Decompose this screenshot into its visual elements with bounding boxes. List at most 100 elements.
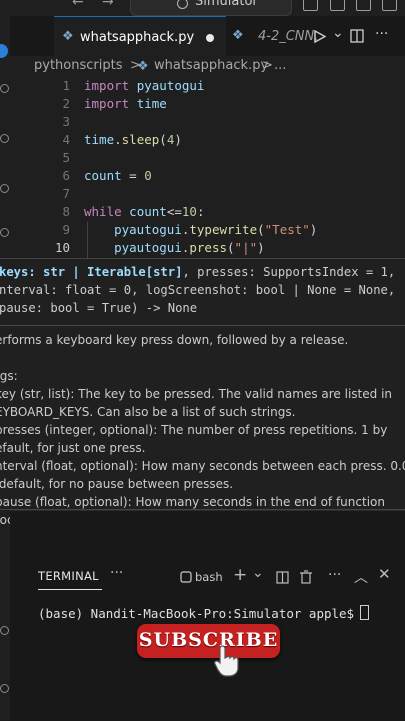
run-play-icon[interactable] <box>314 30 326 43</box>
line-number: 10 <box>54 240 70 255</box>
panel-more-actions-icon[interactable]: ··· <box>328 567 341 583</box>
breadcrumb-file[interactable]: whatsapphack.py <box>154 58 268 73</box>
terminal-cursor <box>360 605 370 620</box>
explorer-badge-icon[interactable] <box>0 44 8 58</box>
breadcrumb: pythonscripts > ❖ whatsapphack.py > ... <box>10 56 405 78</box>
breadcrumb-folder[interactable]: pythonscripts <box>34 58 122 73</box>
maximize-panel-chevron-icon[interactable]: ︿ <box>354 567 368 587</box>
breadcrumb-more[interactable]: ... <box>274 58 286 73</box>
command-center-search[interactable]: Simulator <box>130 0 292 16</box>
line-number: 4 <box>62 132 70 147</box>
accounts-icon[interactable] <box>0 626 9 635</box>
toggle-secondary-sidebar-icon[interactable] <box>356 0 371 11</box>
split-terminal-icon[interactable] <box>276 571 289 584</box>
code-token: ( <box>159 132 167 147</box>
code-token: time <box>84 132 115 147</box>
code-line[interactable]: import time <box>84 96 167 111</box>
code-line[interactable]: while count<=10: <box>84 204 204 219</box>
signature-line: keys: str | Iterable[str], presses: Supp… <box>0 265 396 279</box>
code-token: "|" <box>234 240 258 255</box>
tab-4-2-cnn[interactable]: 4-2_CNN. <box>258 29 318 44</box>
code-token: sleep <box>121 132 160 147</box>
doc-line: EYBOARD_KEYS. Can also be a list of such… <box>0 405 296 419</box>
tab-terminal[interactable]: TERMINAL <box>38 569 99 583</box>
code-line[interactable]: count = 0 <box>84 168 152 183</box>
code-token: : <box>196 204 205 219</box>
terminal-shell-icon <box>180 571 192 583</box>
pointer-hand-icon <box>214 645 239 677</box>
close-panel-icon[interactable]: ✕ <box>378 565 391 583</box>
terminal-shell-label[interactable]: bash <box>195 570 223 584</box>
search-icon <box>177 0 188 9</box>
doc-line: rgs: <box>0 369 18 383</box>
search-label: Simulator <box>195 0 258 9</box>
doc-line: erforms a keyboard key press down, follo… <box>0 333 349 347</box>
code-token: pyautogui <box>114 222 182 237</box>
hover-documentation-popup: keys: str | Iterable[str], presses: Supp… <box>0 258 405 527</box>
terminal-prompt-line[interactable]: (base) Nandit-MacBook-Pro:Simulator appl… <box>38 605 370 621</box>
line-number: 2 <box>62 96 70 111</box>
unsaved-dot-icon[interactable] <box>206 34 214 42</box>
panel-more-icon[interactable]: ··· <box>110 565 123 581</box>
code-token: time <box>136 96 167 111</box>
doc-line: presses (integer, optional): The number … <box>0 423 388 437</box>
code-editor[interactable]: 1 import pyautogui 2 import time 3 4 time.slee… <box>10 78 405 258</box>
signature-line: nterval: float = 0, logScreenshot: bool … <box>0 283 396 297</box>
line-number: 6 <box>62 168 70 183</box>
subscribe-label: SUBSCRIBE <box>138 629 279 651</box>
code-token: while <box>84 204 122 219</box>
active-parameter: keys: str | Iterable[str] <box>0 265 183 279</box>
tab-label: whatsapphack.py <box>80 30 195 45</box>
forward-arrow-icon[interactable]: → <box>102 0 114 10</box>
doc-line: efault, for just one press. <box>0 441 146 455</box>
toggle-panel-icon[interactable] <box>330 0 345 11</box>
code-token: ) <box>174 132 182 147</box>
run-chevron-down-icon[interactable]: ⌄ <box>332 25 344 41</box>
line-number: 3 <box>62 114 70 129</box>
trash-icon[interactable] <box>300 570 312 584</box>
tab-whatsapphack[interactable]: ❖ whatsapphack.py <box>54 16 226 57</box>
python-file-icon: ❖ <box>62 29 74 44</box>
code-token: pyautogui <box>114 240 182 255</box>
active-tab-underline <box>38 589 102 590</box>
line-number: 5 <box>62 150 70 165</box>
function-docstring: erforms a keyboard key press down, follo… <box>0 331 405 529</box>
terminal-dropdown-chevron-icon[interactable]: ⌄ <box>252 565 264 581</box>
customize-layout-icon[interactable] <box>382 0 397 11</box>
subscribe-button[interactable]: SUBSCRIBE <box>137 624 280 658</box>
code-token: count <box>84 168 122 183</box>
doc-line: key (str, list): The key to be pressed. … <box>0 387 393 401</box>
line-number: 7 <box>62 186 70 201</box>
manage-gear-icon[interactable] <box>0 684 9 693</box>
code-token: ) <box>257 240 265 255</box>
python-file-icon: ❖ <box>137 59 149 74</box>
extensions-icon[interactable] <box>0 228 9 237</box>
title-bar: ← → Simulator <box>0 0 405 16</box>
terminal-prompt-text: (base) Nandit-MacBook-Pro:Simulator appl… <box>38 606 355 621</box>
code-line[interactable]: time.sleep(4) <box>84 132 182 147</box>
code-line[interactable]: pyautogui.press("|") <box>84 240 265 255</box>
line-number: 8 <box>62 204 70 219</box>
new-terminal-plus-icon[interactable]: + <box>233 565 247 585</box>
code-token: ( <box>227 240 235 255</box>
doc-line <box>0 349 399 367</box>
code-token: 10 <box>181 204 197 219</box>
search-activity-icon[interactable] <box>0 84 9 93</box>
source-control-icon[interactable] <box>0 134 9 143</box>
line-number: 1 <box>62 78 70 93</box>
python-file-icon: ❖ <box>232 28 244 43</box>
code-token: import <box>84 96 130 111</box>
more-actions-icon[interactable]: ··· <box>375 26 388 42</box>
run-debug-icon[interactable] <box>0 184 9 193</box>
code-line[interactable]: import pyautogui <box>84 78 204 93</box>
back-arrow-icon[interactable]: ← <box>72 0 84 10</box>
code-line[interactable]: pyautogui.typewrite("Test") <box>84 222 317 237</box>
toggle-sidebar-icon[interactable] <box>303 0 318 11</box>
breadcrumb-separator: > <box>262 58 273 73</box>
code-token: ) <box>309 222 318 237</box>
code-token: <= <box>166 204 182 219</box>
hover-divider <box>0 325 405 326</box>
split-editor-icon[interactable] <box>350 29 364 43</box>
